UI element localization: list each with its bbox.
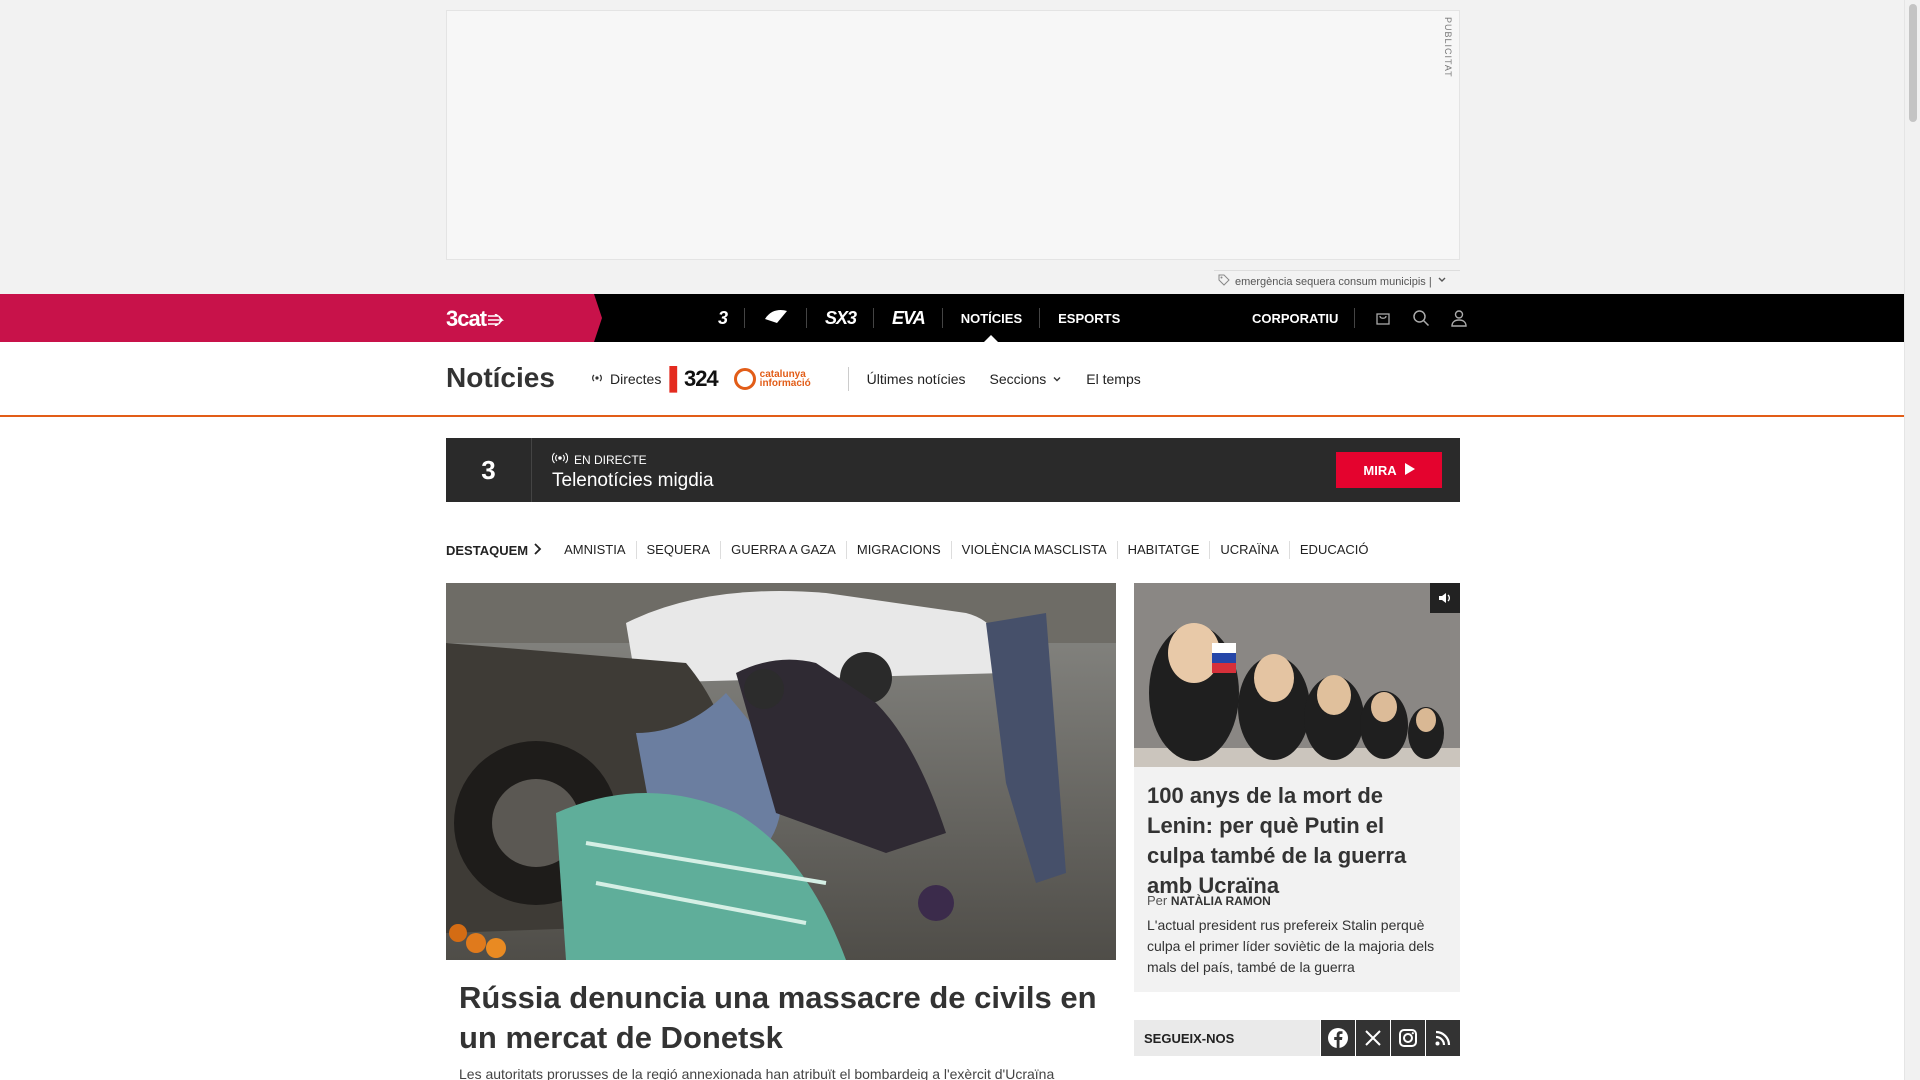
- section-nav: Directes ▌324 catalunya informació Últim…: [590, 342, 1141, 415]
- logo-catalunya-informacio[interactable]: catalunya informació: [733, 367, 830, 390]
- main-story-lead: Les autoritats prorusses de la regió ann…: [459, 1066, 1055, 1080]
- divider: [847, 366, 849, 391]
- topic-link[interactable]: VIOLÈNCIA MASCLISTA: [952, 541, 1118, 559]
- destaquem-title[interactable]: DESTAQUEM: [446, 543, 542, 558]
- follow-us: SEGUEIX-NOS: [1134, 1020, 1460, 1056]
- instagram-icon[interactable]: [1391, 1020, 1425, 1056]
- section-header: Notícies Directes ▌324 catalunya informa…: [0, 342, 1904, 417]
- channel-3-logo: 3: [718, 307, 728, 328]
- live-title: Telenotícies migdia: [552, 470, 714, 491]
- author-name[interactable]: NATÀLIA RAMON: [1171, 894, 1271, 908]
- shopping-bag-icon[interactable]: [1373, 308, 1393, 328]
- ad-area: PUBLICITAT emergència sequera consum mun…: [0, 0, 1904, 294]
- side-story-lead: L'actual president rus prefereix Stalin …: [1147, 917, 1435, 975]
- watch-button[interactable]: MIRA: [1336, 452, 1442, 488]
- ultimes-noticies-label: Últimes notícies: [866, 370, 966, 387]
- topic-link[interactable]: UCRAÏNA: [1210, 541, 1290, 559]
- ad-label: PUBLICITAT: [1443, 17, 1453, 78]
- ad-keywords-text: emergència sequera consum municipis |: [1235, 275, 1432, 288]
- tab-noticies[interactable]: NOTÍCIES: [943, 294, 1041, 342]
- byline-prefix: Per: [1147, 893, 1168, 908]
- seccions-dropdown[interactable]: Seccions: [989, 371, 1062, 387]
- broadcast-icon: [551, 452, 569, 467]
- topic-link[interactable]: MIGRACIONS: [847, 541, 952, 559]
- side-story-byline: Per NATÀLIA RAMON: [1147, 893, 1271, 908]
- scrollbar[interactable]: [1904, 0, 1920, 1080]
- directes-link[interactable]: Directes: [590, 371, 661, 387]
- directes-label: Directes: [610, 370, 662, 387]
- play-icon: [1404, 462, 1415, 478]
- logo-324-text: 324: [683, 365, 719, 391]
- logo-324[interactable]: ▌324: [669, 365, 719, 392]
- tab-noticies-label: NOTÍCIES: [960, 310, 1023, 326]
- channel-nav: 3 SX3 EVA NOTÍCIES ESPORTS: [700, 294, 1138, 342]
- topic-link[interactable]: GUERRA A GAZA: [721, 541, 847, 559]
- channel-catradio[interactable]: [745, 294, 808, 342]
- topic-link[interactable]: EDUCACIÓ: [1290, 541, 1379, 559]
- watch-button-label: MIRA: [1363, 462, 1397, 478]
- el-temps-link[interactable]: El temps: [1086, 371, 1140, 387]
- top-tools: CORPORATIU: [1252, 294, 1469, 342]
- top-navigation: 3cat 3 SX3 EVA NOTÍCIES ESPORTS CORPORAT…: [0, 294, 1904, 342]
- ultimes-noticies-link[interactable]: Últimes notícies: [867, 371, 966, 387]
- channel-eva[interactable]: EVA: [874, 294, 943, 342]
- side-story-title[interactable]: 100 anys de la mort de Lenin: per què Pu…: [1147, 781, 1447, 901]
- tab-esports-label: ESPORTS: [1058, 310, 1121, 326]
- catradio-logo-icon: [763, 307, 789, 329]
- chevron-right-icon: [534, 542, 542, 558]
- ci-circle-icon: [733, 367, 756, 390]
- destaquem-strip: DESTAQUEM AMNISTIA SEQUERA GUERRA A GAZA…: [446, 540, 1379, 560]
- chevron-down-icon[interactable]: [1437, 275, 1447, 288]
- tag-icon: [1218, 274, 1230, 289]
- facebook-icon[interactable]: [1321, 1020, 1355, 1056]
- live-banner[interactable]: 3 EN DIRECTE Telenotícies migdia MIRA: [446, 438, 1460, 502]
- scrollbar-thumb[interactable]: [1909, 4, 1917, 122]
- el-temps-label: El temps: [1086, 370, 1141, 387]
- user-icon[interactable]: [1449, 308, 1469, 328]
- live-channel-label: 3: [481, 454, 496, 485]
- channel-eva-logo: EVA: [892, 307, 926, 328]
- ad-banner[interactable]: PUBLICITAT: [446, 10, 1460, 260]
- side-story-image[interactable]: [1134, 583, 1460, 767]
- brand-block: [0, 294, 602, 342]
- chevron-down-icon: [1052, 371, 1062, 387]
- tab-esports[interactable]: ESPORTS: [1040, 294, 1138, 342]
- search-icon[interactable]: [1411, 308, 1431, 328]
- sound-icon[interactable]: [1430, 583, 1460, 613]
- topic-link[interactable]: SEQUERA: [637, 541, 722, 559]
- corporate-link[interactable]: CORPORATIU: [1252, 308, 1356, 328]
- logo-324-mark: ▌: [669, 365, 685, 391]
- main-story-title[interactable]: Rússia denuncia una massacre de civils e…: [459, 978, 1099, 1058]
- topic-link[interactable]: HABITATGE: [1118, 541, 1211, 559]
- ad-keywords[interactable]: emergència sequera consum municipis |: [1214, 270, 1460, 292]
- brand-arrow-icon: [488, 306, 504, 332]
- section-title[interactable]: Notícies: [446, 362, 555, 394]
- channel-sx3[interactable]: SX3: [807, 294, 875, 342]
- brand-name: 3cat: [446, 306, 487, 331]
- live-tag: EN DIRECTE: [551, 452, 647, 467]
- x-icon[interactable]: [1356, 1020, 1390, 1056]
- live-tag-label: EN DIRECTE: [574, 452, 647, 467]
- rss-icon[interactable]: [1426, 1020, 1460, 1056]
- channel-sx3-logo: SX3: [825, 307, 857, 328]
- broadcast-icon: [590, 371, 604, 387]
- follow-us-label: SEGUEIX-NOS: [1134, 1020, 1320, 1056]
- main-story-image[interactable]: [446, 583, 1116, 960]
- ci-label: catalunya informació: [759, 368, 811, 389]
- channel-3[interactable]: 3: [700, 294, 746, 342]
- destaquem-label: DESTAQUEM: [446, 542, 529, 558]
- live-channel-logo: 3: [446, 438, 532, 502]
- side-story-card[interactable]: 100 anys de la mort de Lenin: per què Pu…: [1134, 583, 1460, 992]
- seccions-label: Seccions: [989, 370, 1047, 387]
- topic-link[interactable]: AMNISTIA: [554, 541, 637, 559]
- brand-logo[interactable]: 3cat: [446, 306, 504, 332]
